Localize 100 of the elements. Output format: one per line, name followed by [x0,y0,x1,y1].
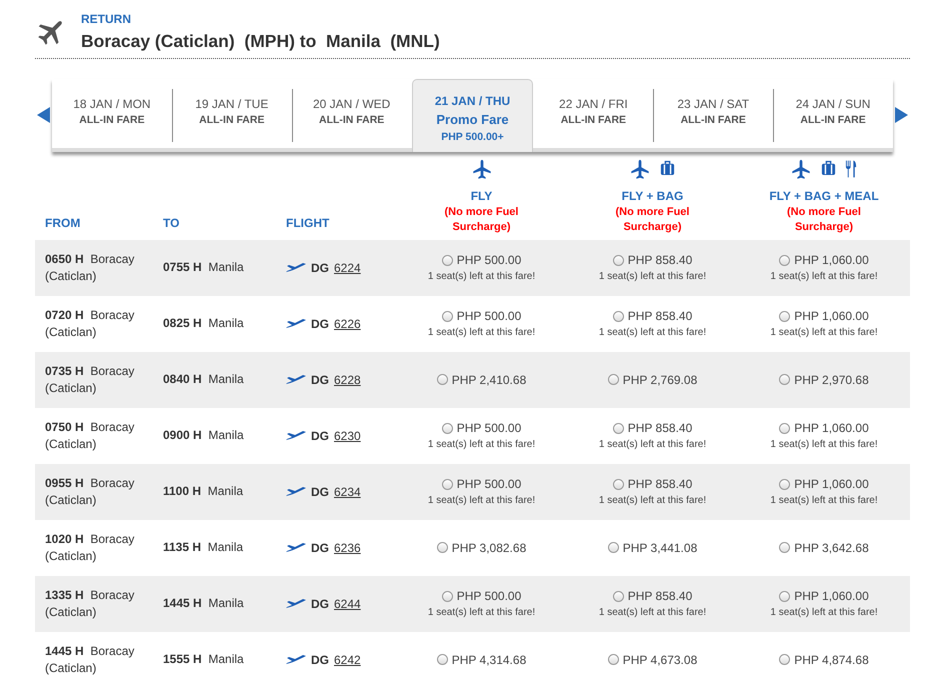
fare-price: PHP 1,060.00 [794,252,869,269]
fare-price: PHP 4,673.08 [622,652,698,668]
flight-number-link[interactable]: 6226 [334,314,361,332]
airline-logo-icon [286,430,306,440]
fare-radio[interactable] [436,374,448,385]
fare-price: PHP 858.40 [628,420,692,437]
fare-type-header: FLY + BAG + MEAL [768,188,880,204]
fare-radio[interactable] [608,542,619,553]
fare-radio[interactable] [612,254,624,266]
arrival-cell-text: 1555 H Manila [163,651,245,668]
fare-price: PHP 2,970.68 [794,372,869,388]
date-tab[interactable]: 21 JAN / THU Promo Fare PHP 500.00+ [412,79,534,152]
seats-left-note: 1 seat(s) left at this fare! [598,438,706,452]
arrival-cell-text: 1100 H Manila [163,483,244,500]
fare-radio[interactable] [779,590,790,602]
departure-cell-text: 1445 H Boracay (Caticlan) [44,642,136,676]
flight-number-link[interactable]: 6224 [334,258,361,276]
airline-code: DG [311,484,329,500]
arrival-cell-text: 1135 H Manila [163,539,244,556]
plane-icon [790,158,812,180]
fare-price: PHP 500.00 [456,476,522,493]
date-tab[interactable]: 24 JAN / SUN ALL-IN FARE [773,79,894,142]
airline-logo-icon [286,542,306,552]
date-tab[interactable]: 18 JAN / MON ALL-IN FARE [52,79,172,142]
column-header: FROM [45,216,80,230]
arrival-cell-text: 0840 H Manila [163,371,245,388]
seats-left-note: 1 seat(s) left at this fare! [428,270,536,284]
fare-radio[interactable] [442,590,453,602]
flight-number-link[interactable]: 6244 [334,594,361,612]
fare-price: PHP 1,060.00 [794,308,869,325]
arrival-cell-text: 0755 H Manila [163,259,245,276]
departure-cell-text: 0955 H Boracay (Caticlan) [44,474,136,508]
seats-left-note: 1 seat(s) left at this fare! [428,494,536,508]
flight-number-link[interactable]: 6242 [334,650,361,668]
column-header: TO [163,216,180,230]
seats-left-note: 1 seat(s) left at this fare! [598,494,706,508]
seats-left-note: 1 seat(s) left at this fare! [428,438,536,452]
fare-radio[interactable] [779,478,790,490]
date-tab[interactable]: 22 JAN / FRI ALL-IN FARE [533,79,654,142]
plane-icon [629,158,651,180]
fare-radio[interactable] [779,310,790,322]
fare-radio[interactable] [442,422,453,434]
fare-radio[interactable] [612,478,624,490]
fare-radio[interactable] [779,422,790,434]
fare-price: PHP 4,874.68 [794,652,869,668]
seats-left-note: 1 seat(s) left at this fare! [428,606,536,620]
airline-code: DG [311,428,329,444]
fare-note: (No more Fuel Surcharge) [786,204,862,234]
date-tab[interactable]: 20 JAN / WED ALL-IN FARE [292,79,412,142]
fare-price: PHP 500.00 [456,588,522,605]
departure-cell-text: 0720 H Boracay (Caticlan) [44,306,136,340]
fare-radio[interactable] [612,590,624,602]
fare-price: PHP 500.00 [456,308,522,325]
fare-radio[interactable] [612,422,624,434]
fare-price: PHP 2,410.68 [452,372,526,388]
trip-label: RETURN [81,11,132,28]
fare-radio[interactable] [608,654,619,665]
date-tab[interactable]: 23 JAN / SAT ALL-IN FARE [653,79,774,142]
fare-price: PHP 500.00 [456,420,522,437]
seats-left-note: 1 seat(s) left at this fare! [770,270,878,284]
airline-code: DG [311,596,329,612]
fare-price: PHP 500.00 [456,252,522,269]
flight-number-link[interactable]: 6228 [334,370,361,388]
fare-price: PHP 2,769.08 [622,372,698,388]
flight-number-link[interactable]: 6230 [334,426,361,444]
flight-number-link[interactable]: 6236 [334,538,361,556]
departure-cell-text: 0735 H Boracay (Caticlan) [44,362,136,396]
fare-radio[interactable] [442,254,453,266]
fare-radio[interactable] [442,478,453,490]
fare-radio[interactable] [779,254,790,266]
fare-price: PHP 1,060.00 [794,476,869,493]
luggage-icon [820,158,837,176]
airline-code: DG [311,652,329,668]
seats-left-note: 1 seat(s) left at this fare! [770,494,878,508]
departure-cell-text: 1335 H Boracay (Caticlan) [44,586,136,620]
seats-left-note: 1 seat(s) left at this fare! [598,606,706,620]
airline-logo-icon [286,486,306,496]
departure-cell-text: 1020 H Boracay (Caticlan) [44,530,136,564]
fare-radio[interactable] [436,542,448,553]
fare-note: (No more Fuel Surcharge) [614,204,690,234]
fare-radio[interactable] [442,310,453,322]
fare-radio[interactable] [779,542,790,553]
fare-radio[interactable] [608,374,619,385]
column-header: FLIGHT [286,216,330,230]
fare-price: PHP 3,441.08 [622,540,698,556]
fare-price: PHP 858.40 [628,588,692,605]
flight-number-link[interactable]: 6234 [334,482,361,500]
fare-price: PHP 1,060.00 [794,420,869,437]
airline-code: DG [311,260,329,276]
fare-radio[interactable] [779,654,790,665]
fare-radio[interactable] [779,374,790,385]
fare-radio[interactable] [436,654,448,665]
fare-note: (No more Fuel Surcharge) [444,204,520,234]
seats-left-note: 1 seat(s) left at this fare! [770,606,878,620]
fare-price: PHP 858.40 [628,476,692,493]
date-tab[interactable]: 19 JAN / TUE ALL-IN FARE [172,79,292,142]
seats-left-note: 1 seat(s) left at this fare! [770,438,878,452]
fare-price: PHP 1,060.00 [794,588,869,605]
fare-radio[interactable] [612,310,624,322]
seats-left-note: 1 seat(s) left at this fare! [598,270,706,284]
